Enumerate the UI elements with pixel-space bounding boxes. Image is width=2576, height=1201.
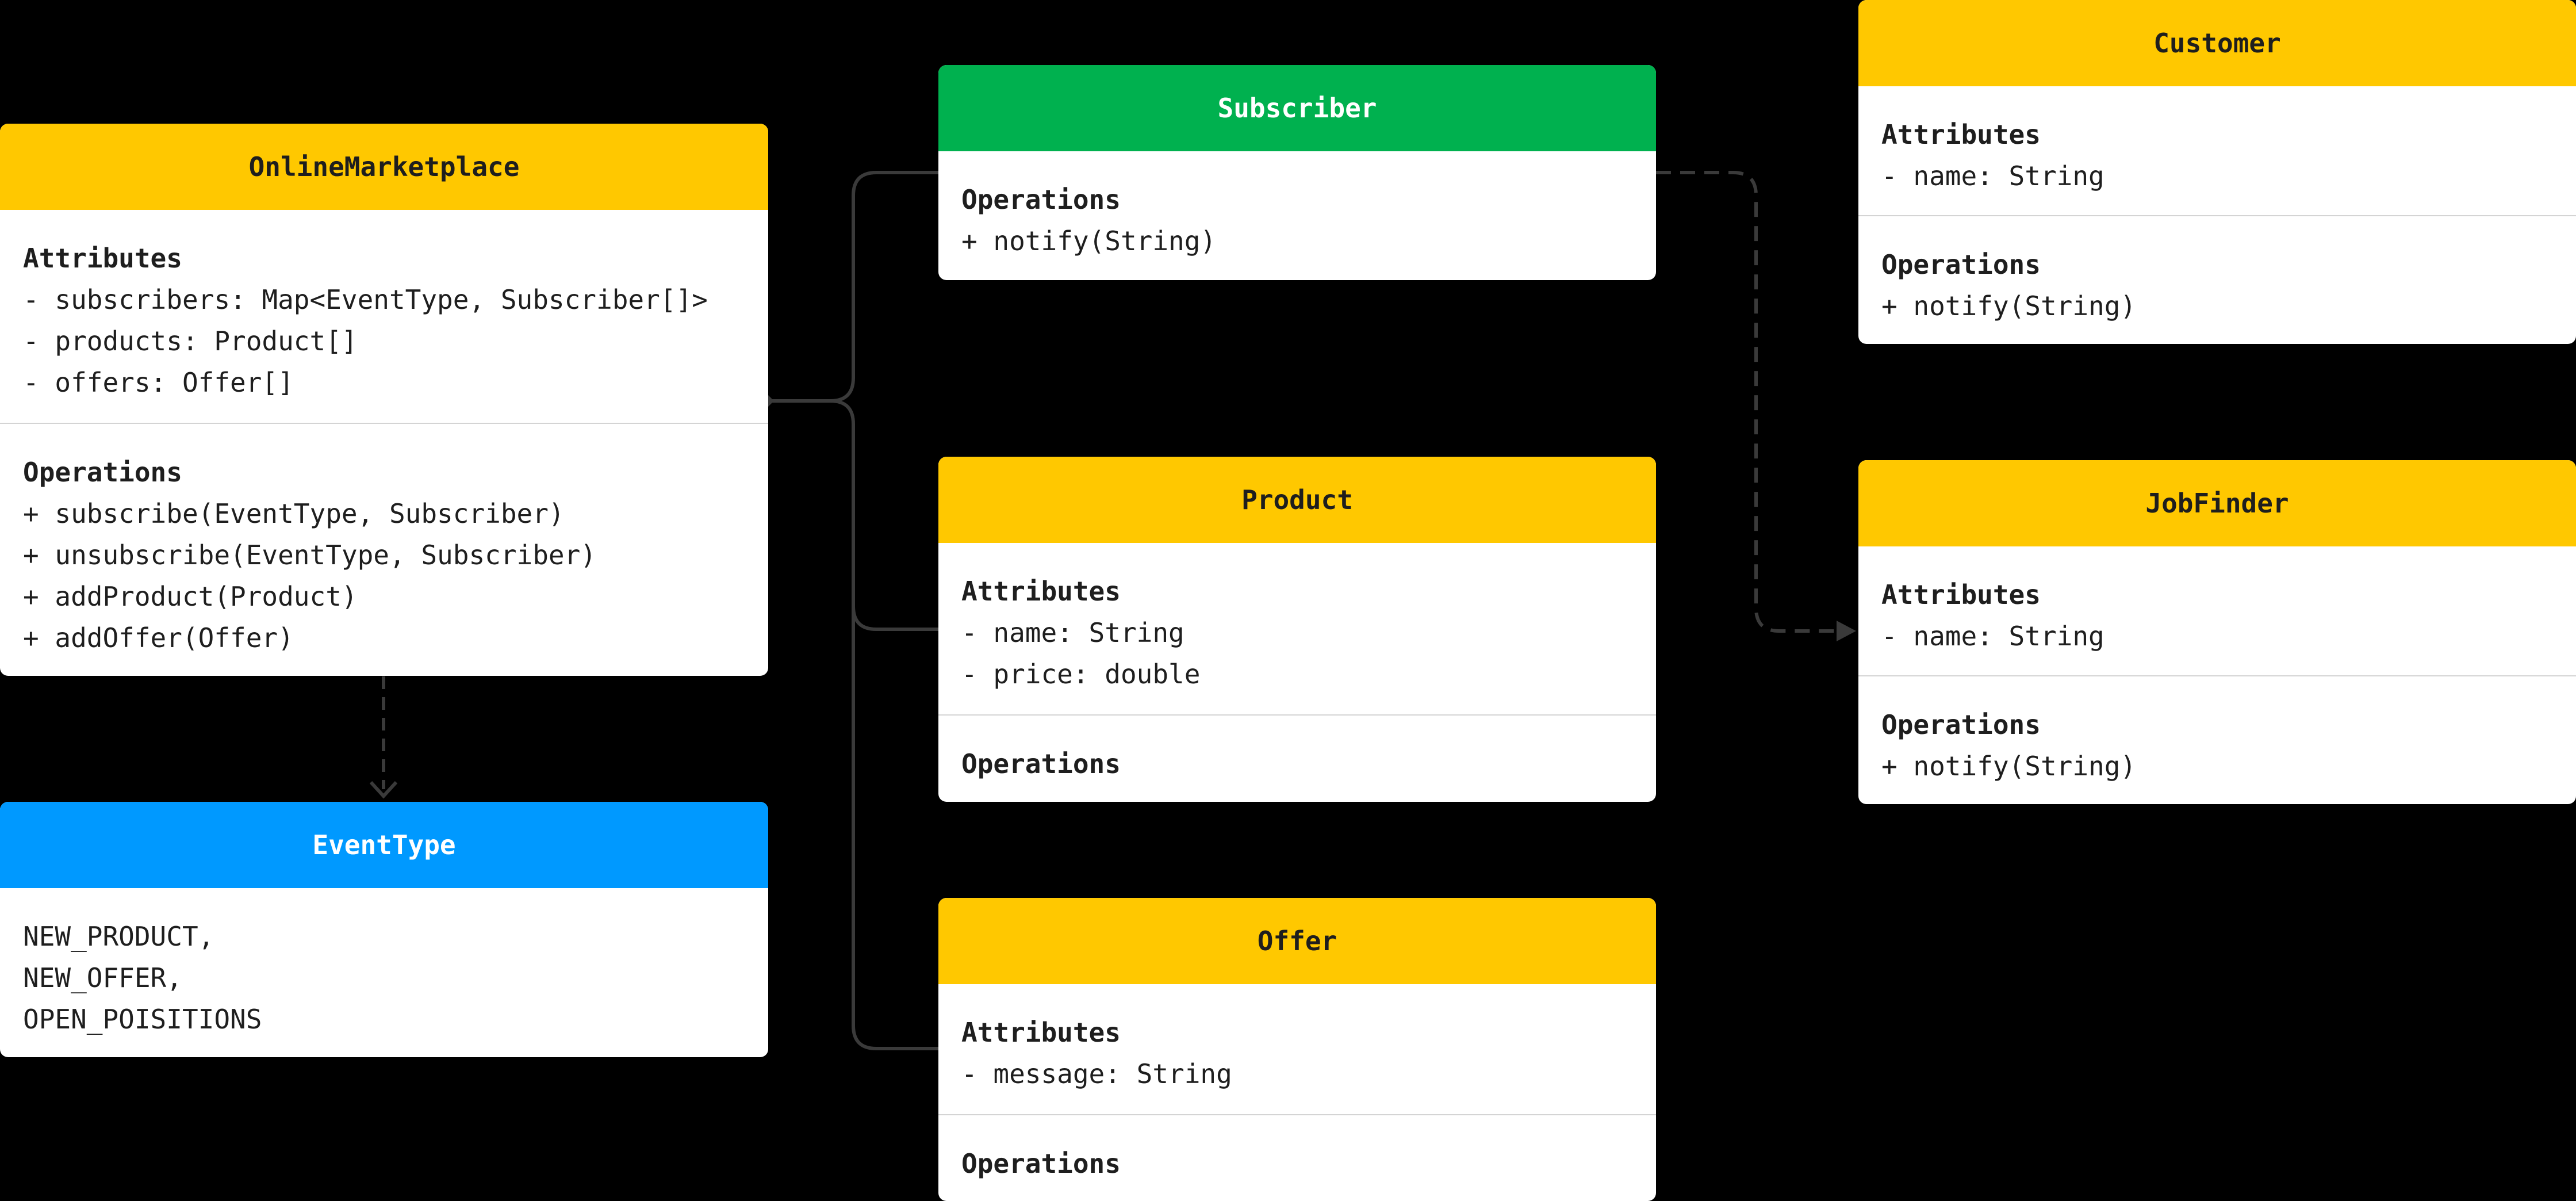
class-title: EventType [0, 802, 768, 888]
attribute-row: - subscribers: Map<EventType, Subscriber… [23, 284, 708, 315]
aggregation-line-offer [852, 606, 938, 1050]
class-title: Product [938, 457, 1656, 543]
attribute-row: - name: String [1881, 621, 2104, 652]
attributes-title: Attributes [1881, 579, 2041, 610]
class-job-finder[interactable]: JobFinder Attributes - name: String Oper… [1858, 460, 2576, 804]
attributes-section: Attributes - subscribers: Map<EventType,… [0, 210, 768, 423]
operations-section: Operations + notify(String) [1858, 215, 2576, 327]
attribute-row: - name: String [961, 617, 1184, 648]
operation-row: + notify(String) [1881, 290, 2137, 322]
operation-row: + addOffer(Offer) [23, 622, 294, 653]
attribute-row: - message: String [961, 1058, 1232, 1089]
operations-title: Operations [961, 748, 1121, 779]
dependency-connector [369, 676, 398, 799]
class-event-type[interactable]: EventType NEW_PRODUCT, NEW_OFFER, OPEN_P… [0, 802, 768, 1057]
class-offer[interactable]: Offer Attributes - message: String Opera… [938, 898, 1656, 1201]
operation-row: + notify(String) [1881, 751, 2137, 782]
operation-row: + unsubscribe(EventType, Subscriber) [23, 540, 596, 571]
operations-title: Operations [1881, 709, 2041, 740]
realization-line [1656, 171, 1840, 633]
attributes-section: Attributes - name: String - price: doubl… [938, 543, 1656, 714]
uml-class-diagram: OnlineMarketplace Attributes - subscribe… [0, 0, 2576, 1201]
operations-section: Operations [938, 1114, 1656, 1184]
operations-title: Operations [961, 1148, 1121, 1179]
attributes-section: Attributes - message: String [938, 984, 1656, 1114]
attribute-row: - offers: Offer[] [23, 367, 294, 398]
enum-value: NEW_PRODUCT, [23, 921, 214, 952]
operations-section: Operations + notify(String) [938, 151, 1656, 262]
class-title: JobFinder [1858, 460, 2576, 546]
attributes-section: Attributes - name: String [1858, 546, 2576, 675]
attributes-title: Attributes [23, 243, 182, 274]
attribute-row: - price: double [961, 659, 1201, 690]
class-title: OnlineMarketplace [0, 124, 768, 210]
operations-title: Operations [1881, 249, 2041, 280]
enum-value: NEW_OFFER, [23, 962, 182, 993]
operations-section: Operations + notify(String) [1858, 675, 2576, 787]
attributes-title: Attributes [1881, 119, 2041, 150]
realization-connector [1656, 171, 1856, 641]
operations-section: Operations + subscribe(EventType, Subscr… [0, 423, 768, 659]
attribute-row: - name: String [1881, 160, 2104, 192]
attributes-title: Attributes [961, 576, 1121, 607]
aggregation-line-subscriber [768, 171, 938, 403]
enum-value: OPEN_POISITIONS [23, 1004, 262, 1035]
class-title: Offer [938, 898, 1656, 984]
attribute-row: - products: Product[] [23, 326, 358, 357]
class-subscriber[interactable]: Subscriber Operations + notify(String) [938, 65, 1656, 280]
realization-arrow-icon [1837, 621, 1856, 641]
attributes-title: Attributes [961, 1017, 1121, 1048]
class-online-marketplace[interactable]: OnlineMarketplace Attributes - subscribe… [0, 124, 768, 676]
class-title: Subscriber [938, 65, 1656, 151]
class-title: Customer [1858, 0, 2576, 86]
operation-row: + subscribe(EventType, Subscriber) [23, 498, 565, 529]
class-customer[interactable]: Customer Attributes - name: String Opera… [1858, 0, 2576, 344]
aggregation-connector [768, 171, 938, 1050]
attributes-section: Attributes - name: String [1858, 86, 2576, 215]
operation-row: + addProduct(Product) [23, 581, 358, 612]
operations-section: Operations [938, 714, 1656, 785]
operations-title: Operations [961, 184, 1121, 215]
operation-row: + notify(String) [961, 225, 1217, 257]
class-product[interactable]: Product Attributes - name: String - pric… [938, 457, 1656, 802]
aggregation-line-product [768, 399, 938, 631]
enum-values-section: NEW_PRODUCT, NEW_OFFER, OPEN_POISITIONS [0, 888, 768, 1040]
operations-title: Operations [23, 457, 182, 488]
